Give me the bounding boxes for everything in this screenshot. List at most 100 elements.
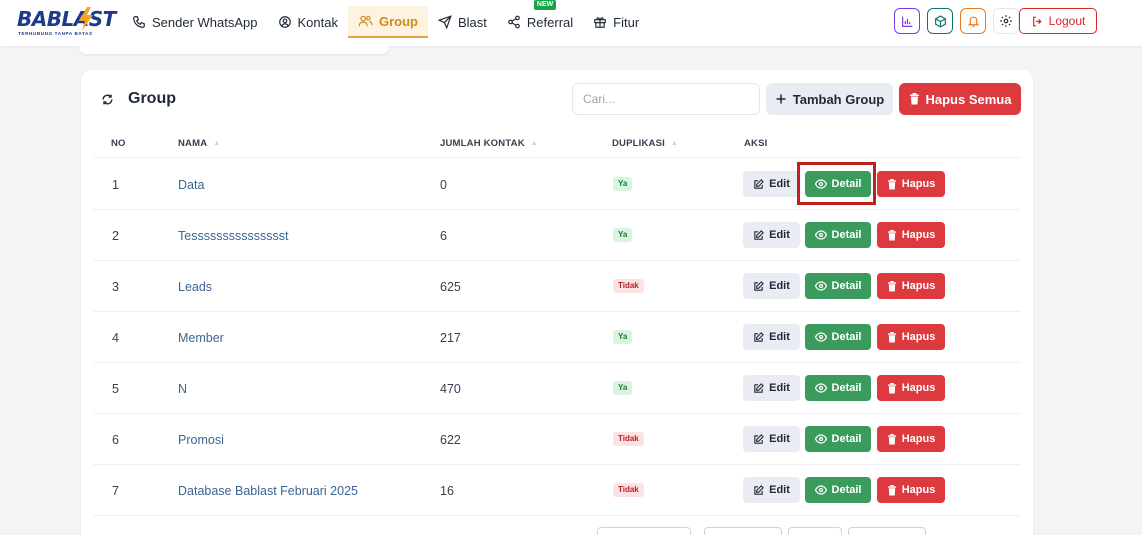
nav-item-fitur[interactable]: Fitur — [583, 6, 649, 38]
detail-label: Detail — [831, 229, 862, 241]
logout-icon — [1032, 16, 1042, 26]
edit-label: Edit — [769, 229, 790, 241]
brand-tagline: TERHUBUNG TANPA BATAS — [18, 31, 93, 36]
edit-button[interactable]: Edit — [743, 426, 800, 452]
row-number: 7 — [112, 484, 119, 498]
brand-logo[interactable]: BABLAST TERHUBUNG TANPA BATAS — [14, 5, 116, 41]
edit-button[interactable]: Edit — [743, 375, 800, 401]
new-badge: NEW — [533, 0, 557, 10]
gear-icon — [1000, 15, 1012, 27]
detail-button[interactable]: Detail — [805, 273, 871, 299]
edit-button[interactable]: Edit — [743, 477, 800, 503]
detail-button[interactable]: Detail — [805, 426, 871, 452]
edit-button[interactable]: Edit — [743, 273, 800, 299]
edit-icon — [754, 178, 764, 189]
delete-button[interactable]: Hapus — [877, 477, 945, 503]
duplication-badge: Ya — [613, 381, 633, 395]
nav-item-referral[interactable]: Referral NEW — [497, 0, 583, 38]
delete-label: Hapus — [901, 280, 936, 292]
group-name-link[interactable]: Member — [178, 331, 224, 345]
column-header-no[interactable]: NO — [111, 138, 126, 149]
column-header-jumlah-kontak[interactable]: JUMLAH KONTAK ▲ — [440, 138, 538, 149]
edit-label: Edit — [769, 280, 790, 292]
sort-icon: ▲ — [671, 140, 679, 147]
previous-card-edge — [79, 44, 389, 54]
search-input[interactable] — [572, 83, 760, 115]
contact-count: 16 — [440, 484, 454, 498]
detail-button[interactable]: Detail — [805, 477, 871, 503]
trash-icon — [887, 382, 896, 393]
table-row: 6 Promosi 622 Tidak Edit Detail Hapus — [93, 414, 1021, 465]
detail-button[interactable]: Detail — [805, 324, 871, 350]
nav-label: Group — [379, 13, 418, 29]
delete-all-button[interactable]: Hapus Semua — [899, 83, 1021, 115]
bar-chart-icon — [901, 16, 912, 27]
delete-button[interactable]: Hapus — [877, 171, 945, 197]
group-name-link[interactable]: Database Bablast Februari 2025 — [178, 484, 358, 498]
detail-button[interactable]: Detail — [805, 222, 871, 248]
table-row: 1 Data 0 Ya Edit Detail Hapus — [93, 159, 1021, 210]
settings-button[interactable] — [993, 8, 1019, 34]
brand-name: BABLAST — [17, 7, 116, 31]
contact-count: 0 — [440, 178, 447, 192]
pagination-page[interactable] — [788, 527, 842, 535]
nav-item-kontak[interactable]: Kontak — [268, 6, 348, 38]
send-icon — [438, 15, 452, 29]
nav-item-sender-whatsapp[interactable]: Sender WhatsApp — [122, 6, 268, 38]
eye-icon — [814, 179, 827, 189]
logout-button[interactable]: Logout — [1019, 8, 1097, 34]
group-name-link[interactable]: N — [178, 382, 187, 396]
trash-icon — [887, 484, 896, 495]
edit-icon — [754, 229, 764, 240]
delete-button[interactable]: Hapus — [877, 375, 945, 401]
detail-label: Detail — [831, 382, 862, 394]
nav-item-group[interactable]: Group — [348, 6, 428, 38]
eye-icon — [814, 434, 827, 444]
detail-button[interactable]: Detail — [805, 375, 871, 401]
pagination-prev[interactable] — [704, 527, 782, 535]
edit-button[interactable]: Edit — [743, 324, 800, 350]
edit-button[interactable]: Edit — [743, 171, 800, 197]
delete-button[interactable]: Hapus — [877, 222, 945, 248]
trash-icon — [887, 178, 896, 189]
notifications-button[interactable] — [960, 8, 986, 34]
duplication-badge: Tidak — [613, 483, 644, 497]
plus-icon — [776, 94, 786, 104]
delete-button[interactable]: Hapus — [877, 273, 945, 299]
group-name-link[interactable]: Leads — [178, 280, 212, 294]
edit-button[interactable]: Edit — [743, 222, 800, 248]
column-header-duplikasi[interactable]: DUPLIKASI ▲ — [612, 138, 678, 149]
duplication-badge: Ya — [613, 177, 633, 191]
group-name-link[interactable]: Data — [178, 178, 204, 192]
page-size-select[interactable] — [597, 527, 691, 535]
column-header-nama[interactable]: NAMA ▲ — [178, 138, 220, 149]
duplication-badge: Tidak — [613, 279, 644, 293]
detail-label: Detail — [831, 331, 862, 343]
stats-button[interactable] — [894, 8, 920, 34]
edit-label: Edit — [769, 178, 790, 190]
detail-label: Detail — [831, 280, 862, 292]
table-row: 2 Tessssssssssssssst 6 Ya Edit Detail Hapus — [93, 210, 1021, 261]
package-button[interactable] — [927, 8, 953, 34]
sort-icon: ▲ — [530, 140, 538, 147]
group-name-link[interactable]: Tessssssssssssssst — [178, 229, 288, 243]
edit-label: Edit — [769, 331, 790, 343]
delete-button[interactable]: Hapus — [877, 324, 945, 350]
delete-button[interactable]: Hapus — [877, 426, 945, 452]
pagination-next[interactable] — [848, 527, 926, 535]
group-card: Group Tambah Group Hapus Semua NO NAMA▲ … — [81, 70, 1033, 535]
add-group-button[interactable]: Tambah Group — [766, 83, 893, 115]
delete-label: Hapus — [901, 433, 936, 445]
refresh-icon[interactable] — [101, 93, 114, 106]
group-name-link[interactable]: Promosi — [178, 433, 224, 447]
eye-icon — [814, 485, 827, 495]
delete-label: Hapus — [901, 484, 936, 496]
table-row: 4 Member 217 Ya Edit Detail Hapus — [93, 312, 1021, 363]
trash-icon — [909, 93, 919, 105]
edit-icon — [754, 382, 764, 393]
nav-item-blast[interactable]: Blast — [428, 6, 497, 38]
eye-icon — [814, 230, 827, 240]
eye-icon — [814, 383, 827, 393]
share-icon — [508, 15, 520, 29]
detail-button[interactable]: Detail — [805, 171, 871, 197]
